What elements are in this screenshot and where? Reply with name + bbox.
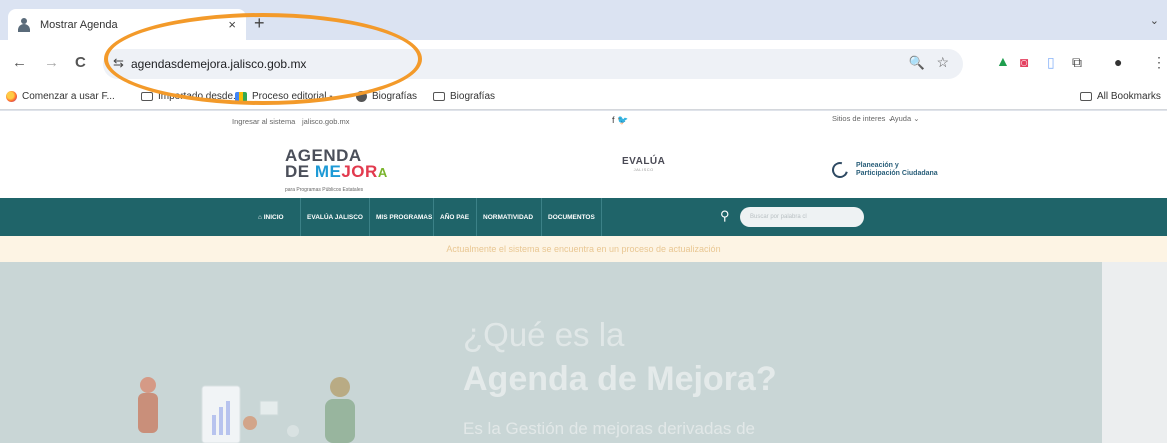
drive-icon[interactable]: ▲ xyxy=(996,53,1010,69)
folder-icon xyxy=(1080,92,1092,101)
ring-icon xyxy=(829,159,851,181)
search-input[interactable]: Buscar por palabra cl xyxy=(740,207,864,227)
hero-title-line1: ¿Qué es la xyxy=(463,316,625,353)
main-nav: ⌂ INICIO EVALÚA JALISCO MIS PROGRAMAS AÑ… xyxy=(0,198,1167,236)
help-menu[interactable]: Ayuda ⌄ xyxy=(890,114,920,123)
person-icon xyxy=(18,17,30,32)
nav-inicio[interactable]: ⌂ INICIO xyxy=(252,198,290,236)
login-link[interactable]: Ingresar al sistema xyxy=(232,117,295,126)
search-icon[interactable]: ⚲ xyxy=(720,208,730,224)
bookmark-item[interactable]: Comenzar a usar F... xyxy=(6,91,115,102)
nav-ano-pae[interactable]: AÑO PAE xyxy=(433,198,475,236)
webpage: Ingresar al sistema jalisco.gob.mx f 🐦 S… xyxy=(0,111,1167,443)
people-illustration xyxy=(138,377,355,443)
nav-evalua-jalisco[interactable]: EVALÚA JALISCO xyxy=(300,198,369,236)
browser-window: Mostrar Agenda × + ⌄ ← → C ⇆ agendasdeme… xyxy=(0,0,1167,443)
social-icons[interactable]: f 🐦 xyxy=(612,115,628,126)
annotation-ellipse xyxy=(104,13,422,105)
extension-icon[interactable]: ▯ xyxy=(1047,54,1055,71)
zoom-icon[interactable]: 🔍 xyxy=(909,55,925,71)
portal-link[interactable]: jalisco.gob.mx xyxy=(302,117,350,126)
folder-icon xyxy=(433,92,445,101)
menu-icon[interactable]: ⋮ xyxy=(1152,54,1166,71)
logo-header: AGENDA DE MEJORA para Programas Públicos… xyxy=(0,135,1167,198)
nav-mis-programas[interactable]: MIS PROGRAMAS xyxy=(369,198,438,236)
scroll-gutter xyxy=(1102,262,1167,443)
folder-icon xyxy=(141,92,153,101)
hero-title-line2: Agenda de Mejora? xyxy=(463,360,777,398)
interest-menu[interactable]: Sitios de interes ⌄ xyxy=(832,114,894,123)
firefox-icon xyxy=(6,91,17,102)
bookmark-star-icon[interactable]: ☆ xyxy=(936,54,949,71)
hero-subtitle: Es la Gestión de mejoras derivadas de xyxy=(463,419,755,438)
planeacion-logo[interactable]: Planeación y Participación Ciudadana xyxy=(829,159,938,181)
nav-normatividad[interactable]: NORMATIVIDAD xyxy=(476,198,539,236)
update-notice: Actualmente el sistema se encuentra en u… xyxy=(0,236,1167,262)
all-bookmarks[interactable]: All Bookmarks xyxy=(1080,91,1161,102)
profile-avatar[interactable]: ● xyxy=(1114,54,1122,70)
reload-button[interactable]: C xyxy=(75,54,86,71)
chevron-down-icon[interactable]: ⌄ xyxy=(1150,14,1159,27)
top-links: Ingresar al sistema jalisco.gob.mx f 🐦 S… xyxy=(0,111,1167,135)
back-button[interactable]: ← xyxy=(12,54,27,71)
nav-documentos[interactable]: DOCUMENTOS xyxy=(541,198,602,236)
agenda-de-mejora-logo[interactable]: AGENDA DE MEJORA para Programas Públicos… xyxy=(285,147,388,198)
puzzle-icon[interactable]: ⧉ xyxy=(1072,54,1082,71)
bookmark-folder[interactable]: Biografías xyxy=(433,91,495,102)
pocket-icon[interactable]: ◙ xyxy=(1020,54,1028,70)
evalua-logo[interactable]: EVALÚA JALISCO xyxy=(622,156,665,172)
forward-button[interactable]: → xyxy=(44,54,59,71)
